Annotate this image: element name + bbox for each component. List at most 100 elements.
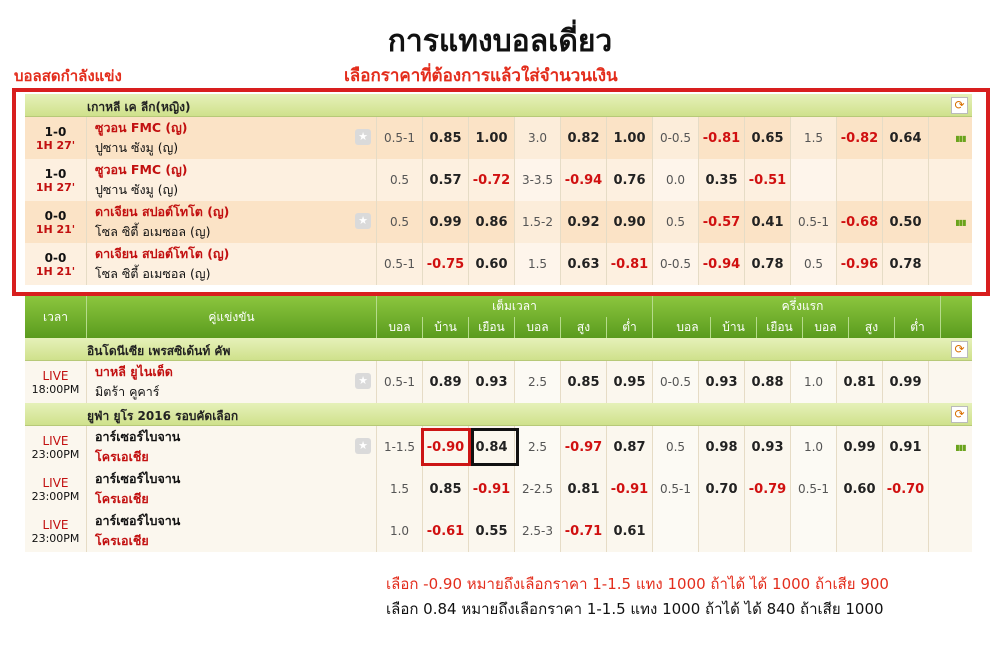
handicap-cell: 1-1.5: [377, 426, 423, 468]
stats-bars-icon[interactable]: ▮▮▮: [949, 426, 972, 468]
league-name: ยูฟ่า ยูโร 2016 รอบคัดเลือก: [87, 409, 239, 423]
header-sub: ต่ำ: [895, 317, 941, 338]
header-full-time: เต็มเวลา: [377, 296, 653, 317]
handicap-cell: [653, 510, 699, 552]
odds-cell[interactable]: 0.88: [745, 361, 791, 403]
refresh-icon[interactable]: ⟳: [951, 341, 968, 358]
league-header: ยูฟ่า ยูโร 2016 รอบคัดเลือก ⟳: [25, 403, 972, 426]
odds-cell[interactable]: 0.91: [883, 426, 929, 468]
home-team[interactable]: บาหลี ยูไนเต็ด: [95, 362, 376, 382]
header-sub: บอล: [665, 317, 711, 338]
header-time: เวลา: [25, 296, 87, 338]
header-match: คู่แข่งขัน: [87, 296, 377, 338]
live-highlight-frame: [12, 88, 990, 296]
handicap-cell: 1.0: [791, 361, 837, 403]
away-team[interactable]: โครเอเชีย: [95, 489, 376, 509]
odds-cell[interactable]: 0.70: [699, 468, 745, 510]
match-row: LIVE 23:00PM อาร์เซอร์ไบจาน โครเอเชีย 1.5 0.8…: [25, 468, 972, 510]
odds-cell[interactable]: -0.91: [607, 468, 653, 510]
home-team[interactable]: อาร์เซอร์ไบจาน: [95, 511, 376, 531]
handicap-cell: 2-2.5: [515, 468, 561, 510]
odds-cell: [883, 510, 929, 552]
odds-cell[interactable]: 0.81: [561, 468, 607, 510]
kickoff-time: 23:00PM: [31, 447, 80, 461]
odds-cell[interactable]: 0.85: [561, 361, 607, 403]
home-team[interactable]: อาร์เซอร์ไบจาน: [95, 469, 376, 489]
odds-cell[interactable]: 0.60: [837, 468, 883, 510]
teams: อาร์เซอร์ไบจาน โครเอเชีย: [87, 510, 377, 552]
stats-bars-icon[interactable]: [949, 468, 972, 510]
status-time: LIVE 23:00PM: [25, 468, 87, 510]
note-away: เลือก 0.84 หมายถึงเลือกราคา 1-1.5 แทง 10…: [386, 600, 884, 618]
selected-away-odds-highlight: [471, 428, 519, 466]
page-title: การแทงบอลเดี่ยว: [387, 24, 613, 59]
live-status: LIVE: [42, 368, 69, 383]
odds-cell[interactable]: 0.98: [699, 426, 745, 468]
kickoff-time: 23:00PM: [31, 489, 80, 503]
column-header: เวลา คู่แข่งขัน เต็มเวลา ครึ่งแรก บอล บ้าน เยื…: [25, 296, 972, 338]
odds-cell[interactable]: -0.61: [423, 510, 469, 552]
note-home: เลือก -0.90 หมายถึงเลือกราคา 1-1.5 แทง 1…: [386, 575, 889, 593]
odds-cell[interactable]: 0.99: [837, 426, 883, 468]
away-team[interactable]: โครเอเชีย: [95, 447, 376, 467]
refresh-icon[interactable]: ⟳: [951, 406, 968, 423]
away-team[interactable]: มิตร้า คูคาร์: [95, 382, 376, 402]
odds-cell: [745, 510, 791, 552]
odds-cell: [699, 510, 745, 552]
odds-cell[interactable]: 0.87: [607, 426, 653, 468]
handicap-cell: 2.5-3: [515, 510, 561, 552]
selected-home-odds-highlight: [421, 428, 471, 466]
handicap-cell: 0.5-1: [653, 468, 699, 510]
odds-cell[interactable]: -0.97: [561, 426, 607, 468]
odds-cell[interactable]: -0.71: [561, 510, 607, 552]
header-sub: บ้าน: [711, 317, 757, 338]
match-row: LIVE 23:00PM อาร์เซอร์ไบจาน โครเอเชีย 1.0 -0.…: [25, 510, 972, 552]
handicap-cell: 1.0: [791, 426, 837, 468]
odds-cell[interactable]: -0.70: [883, 468, 929, 510]
stats-bars-icon[interactable]: [949, 361, 972, 403]
header-sub: เยือน: [469, 317, 515, 338]
status-time: LIVE 23:00PM: [25, 510, 87, 552]
odds-cell[interactable]: 0.93: [699, 361, 745, 403]
header-sub: บ้าน: [423, 317, 469, 338]
odds-cell[interactable]: 0.85: [423, 468, 469, 510]
status-time: LIVE 18:00PM: [25, 361, 87, 403]
header-sub: บอล: [377, 317, 423, 338]
kickoff-time: 18:00PM: [31, 382, 80, 396]
odds-cell[interactable]: 0.61: [607, 510, 653, 552]
header-sub: เยือน: [757, 317, 803, 338]
odds-cell[interactable]: -0.91: [469, 468, 515, 510]
teams: อาร์เซอร์ไบจาน โครเอเชีย ★: [87, 426, 377, 468]
odds-cell[interactable]: -0.79: [745, 468, 791, 510]
odds-cell[interactable]: 0.99: [883, 361, 929, 403]
instruction-text: เลือกราคาที่ต้องการแล้วใส่จำนวนเงิน: [344, 66, 618, 86]
away-team[interactable]: โครเอเชีย: [95, 531, 376, 551]
handicap-cell: 2.5: [515, 426, 561, 468]
odds-cell[interactable]: 0.95: [607, 361, 653, 403]
odds-cell[interactable]: 0.89: [423, 361, 469, 403]
header-sub: สูง: [849, 317, 895, 338]
odds-cell[interactable]: 0.93: [469, 361, 515, 403]
handicap-cell: 0.5-1: [377, 361, 423, 403]
header-sub: สูง: [561, 317, 607, 338]
handicap-cell: 0.5: [653, 426, 699, 468]
kickoff-time: 23:00PM: [31, 531, 80, 545]
odds-cell[interactable]: 0.55: [469, 510, 515, 552]
header-first-half: ครึ่งแรก: [665, 296, 941, 317]
league-header: อินโดนีเซีย เพรสซิเด้นท์ คัพ ⟳: [25, 338, 972, 361]
live-status: LIVE: [42, 517, 69, 532]
handicap-cell: [791, 510, 837, 552]
league-name: อินโดนีเซีย เพรสซิเด้นท์ คัพ: [87, 344, 231, 358]
live-status: LIVE: [42, 433, 69, 448]
star-icon[interactable]: ★: [355, 438, 371, 454]
star-icon[interactable]: ★: [355, 373, 371, 389]
home-team[interactable]: อาร์เซอร์ไบจาน: [95, 427, 376, 447]
handicap-cell: 1.5: [377, 468, 423, 510]
live-status: LIVE: [42, 475, 69, 490]
odds-cell[interactable]: 0.93: [745, 426, 791, 468]
handicap-cell: 0.5-1: [791, 468, 837, 510]
odds-cell[interactable]: 0.81: [837, 361, 883, 403]
stats-bars-icon[interactable]: [949, 510, 972, 552]
handicap-cell: 0-0.5: [653, 361, 699, 403]
odds-cell: [837, 510, 883, 552]
